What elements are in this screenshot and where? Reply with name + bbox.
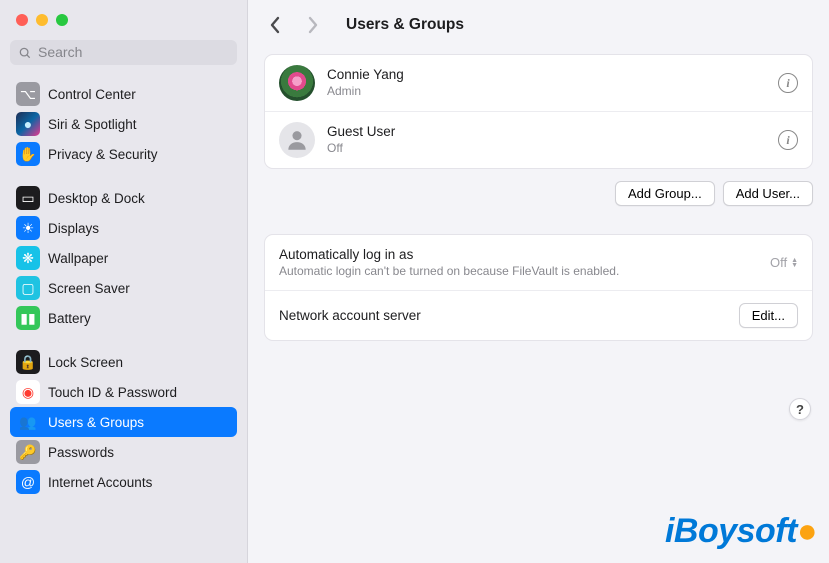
siri-spotlight-icon: ● bbox=[16, 112, 40, 136]
sidebar-item-battery[interactable]: ▮▮ Battery bbox=[10, 303, 237, 333]
watermark-logo: iBoysoft● bbox=[665, 512, 817, 551]
window-controls bbox=[10, 10, 237, 40]
sidebar-item-internet-accounts[interactable]: @ Internet Accounts bbox=[10, 467, 237, 497]
wallpaper-icon: ❋ bbox=[16, 246, 40, 270]
sidebar-item-label: Screen Saver bbox=[48, 281, 130, 296]
sidebar-item-label: Privacy & Security bbox=[48, 147, 158, 162]
sidebar-item-desktop-dock[interactable]: ▭ Desktop & Dock bbox=[10, 183, 237, 213]
sidebar-item-label: Control Center bbox=[48, 87, 136, 102]
login-settings-panel: Automatically log in as Automatic login … bbox=[264, 234, 813, 341]
sidebar-item-control-center[interactable]: ⌥ Control Center bbox=[10, 79, 237, 109]
sidebar-item-wallpaper[interactable]: ❋ Wallpaper bbox=[10, 243, 237, 273]
sidebar-item-lock-screen[interactable]: 🔒 Lock Screen bbox=[10, 347, 237, 377]
lock-screen-icon: 🔒 bbox=[16, 350, 40, 374]
auto-login-sub: Automatic login can't be turned on becau… bbox=[279, 264, 770, 278]
sidebar: ⌥ Control Center ● Siri & Spotlight ✋ Privacy… bbox=[0, 0, 248, 563]
network-server-label: Network account server bbox=[279, 308, 739, 323]
header-bar: Users & Groups bbox=[264, 14, 813, 36]
user-role: Off bbox=[327, 141, 778, 157]
sidebar-item-label: Internet Accounts bbox=[48, 475, 152, 490]
minimize-window-button[interactable] bbox=[36, 14, 48, 26]
add-group-button[interactable]: Add Group... bbox=[615, 181, 715, 206]
search-icon bbox=[18, 46, 32, 60]
sidebar-item-label: Displays bbox=[48, 221, 99, 236]
help-button[interactable]: ? bbox=[789, 398, 811, 420]
search-field-container[interactable] bbox=[10, 40, 237, 65]
avatar bbox=[279, 122, 315, 158]
user-info-button[interactable]: i bbox=[778, 73, 798, 93]
screen-saver-icon: ▢ bbox=[16, 276, 40, 300]
privacy-security-icon: ✋ bbox=[16, 142, 40, 166]
sidebar-item-passwords[interactable]: 🔑 Passwords bbox=[10, 437, 237, 467]
sidebar-item-label: Users & Groups bbox=[48, 415, 144, 430]
close-window-button[interactable] bbox=[16, 14, 28, 26]
sidebar-item-label: Battery bbox=[48, 311, 91, 326]
displays-icon: ☀ bbox=[16, 216, 40, 240]
auto-login-label: Automatically log in as bbox=[279, 247, 770, 262]
sidebar-item-screen-saver[interactable]: ▢ Screen Saver bbox=[10, 273, 237, 303]
user-action-buttons: Add Group... Add User... bbox=[264, 181, 813, 206]
users-groups-icon: 👥 bbox=[16, 410, 40, 434]
sidebar-item-label: Lock Screen bbox=[48, 355, 123, 370]
auto-login-value: Off ▲▼ bbox=[770, 255, 798, 270]
desktop-dock-icon: ▭ bbox=[16, 186, 40, 210]
stepper-icon: ▲▼ bbox=[791, 258, 798, 268]
battery-icon: ▮▮ bbox=[16, 306, 40, 330]
zoom-window-button[interactable] bbox=[56, 14, 68, 26]
main-pane: Users & Groups Connie YangAdminiGuest Us… bbox=[248, 0, 829, 563]
sidebar-item-label: Touch ID & Password bbox=[48, 385, 177, 400]
user-row[interactable]: Guest UserOffi bbox=[265, 112, 812, 168]
search-input[interactable] bbox=[38, 45, 229, 60]
add-user-button[interactable]: Add User... bbox=[723, 181, 813, 206]
touch-id-password-icon: ◉ bbox=[16, 380, 40, 404]
user-name: Connie Yang bbox=[327, 66, 778, 84]
passwords-icon: 🔑 bbox=[16, 440, 40, 464]
network-server-row: Network account server Edit... bbox=[265, 291, 812, 340]
user-role: Admin bbox=[327, 84, 778, 100]
internet-accounts-icon: @ bbox=[16, 470, 40, 494]
users-panel: Connie YangAdminiGuest UserOffi bbox=[264, 54, 813, 169]
control-center-icon: ⌥ bbox=[16, 82, 40, 106]
user-row[interactable]: Connie YangAdmini bbox=[265, 55, 812, 112]
edit-network-server-button[interactable]: Edit... bbox=[739, 303, 798, 328]
user-name: Guest User bbox=[327, 123, 778, 141]
page-title: Users & Groups bbox=[346, 16, 464, 34]
back-button[interactable] bbox=[264, 14, 286, 36]
sidebar-item-label: Wallpaper bbox=[48, 251, 108, 266]
sidebar-item-label: Passwords bbox=[48, 445, 114, 460]
sidebar-item-users-groups[interactable]: 👥 Users & Groups bbox=[10, 407, 237, 437]
sidebar-item-siri-spotlight[interactable]: ● Siri & Spotlight bbox=[10, 109, 237, 139]
forward-button[interactable] bbox=[302, 14, 324, 36]
auto-login-row[interactable]: Automatically log in as Automatic login … bbox=[265, 235, 812, 291]
user-info-button[interactable]: i bbox=[778, 130, 798, 150]
avatar bbox=[279, 65, 315, 101]
sidebar-item-privacy-security[interactable]: ✋ Privacy & Security bbox=[10, 139, 237, 169]
sidebar-item-label: Siri & Spotlight bbox=[48, 117, 137, 132]
sidebar-item-displays[interactable]: ☀ Displays bbox=[10, 213, 237, 243]
sidebar-item-label: Desktop & Dock bbox=[48, 191, 145, 206]
sidebar-item-touch-id-password[interactable]: ◉ Touch ID & Password bbox=[10, 377, 237, 407]
